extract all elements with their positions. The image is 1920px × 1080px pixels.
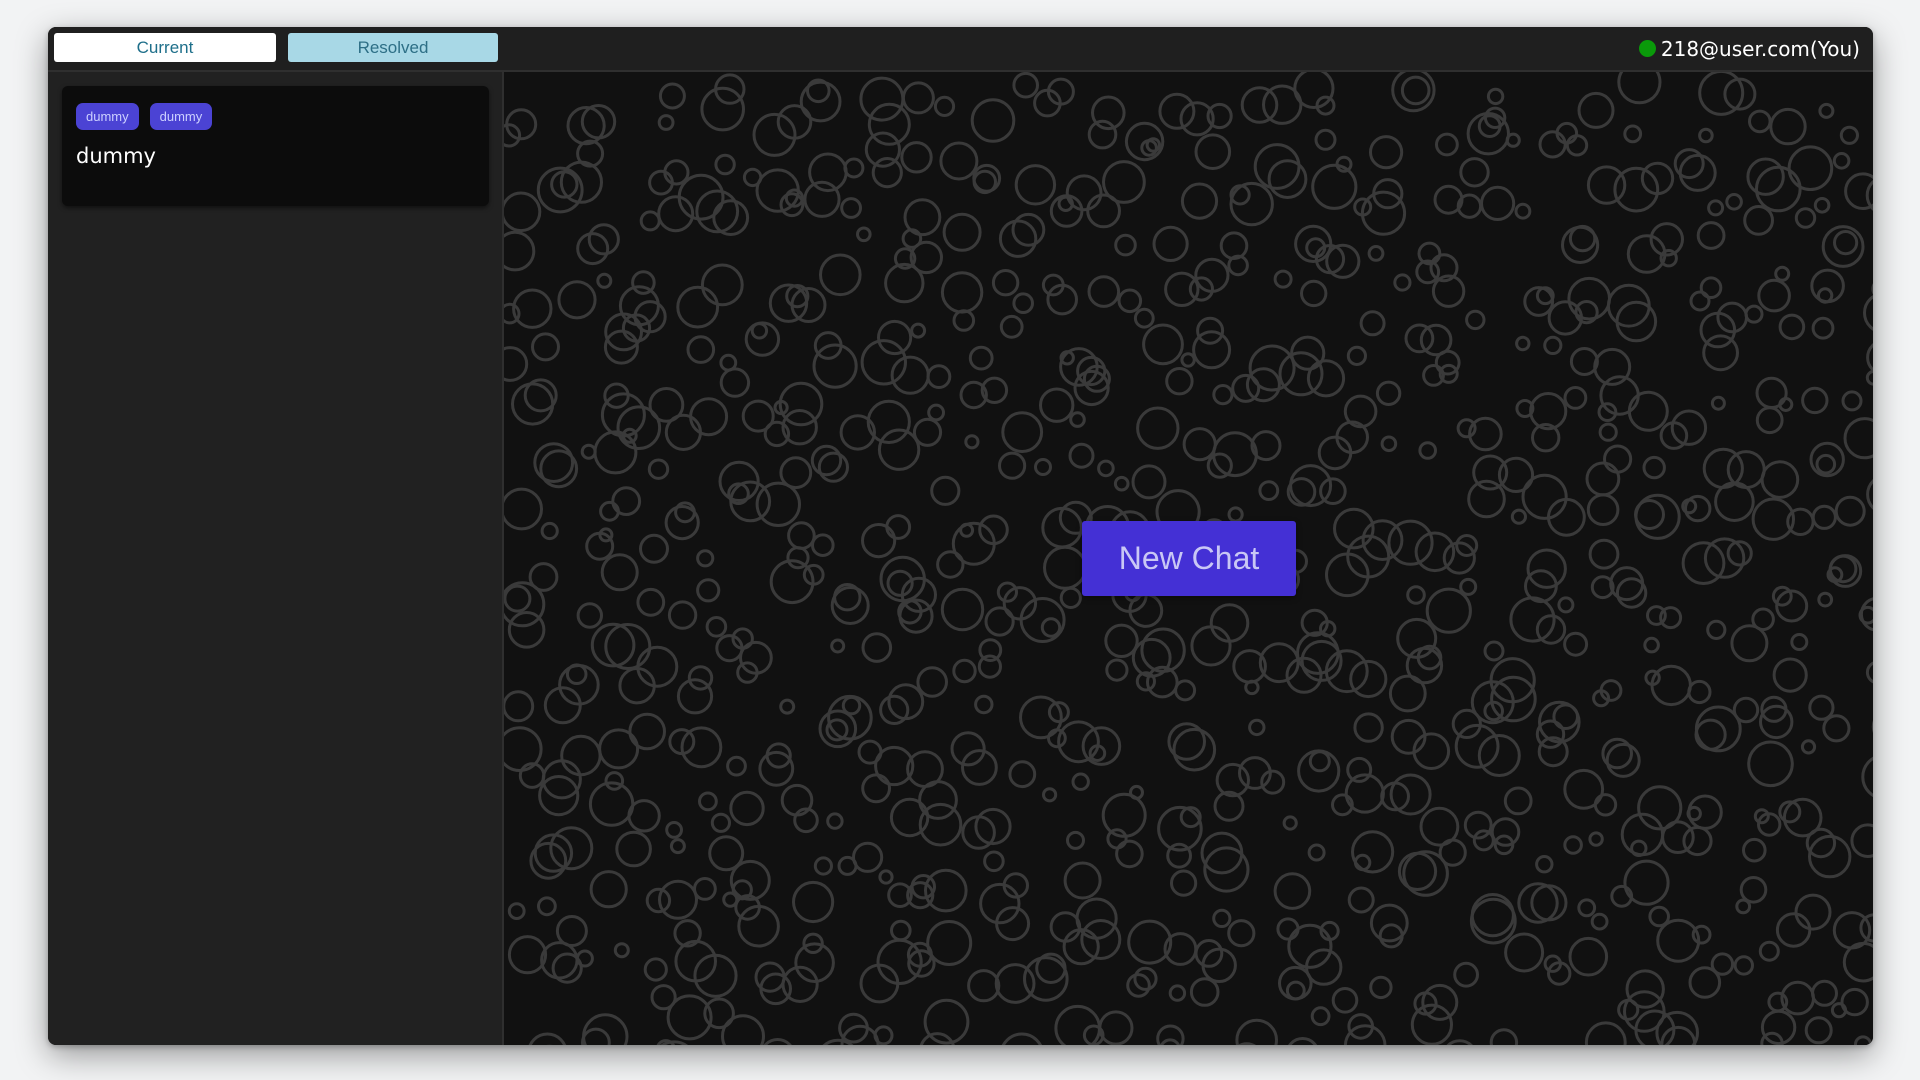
online-status-icon [1638, 40, 1656, 57]
app-window: Current Resolved 218@user.com(You) dummy… [48, 27, 1873, 1045]
chat-title: dummy [76, 144, 156, 168]
user-email: 218@user.com(You) [1660, 36, 1860, 61]
top-bar: Current Resolved 218@user.com(You) [48, 27, 1873, 72]
chat-tag: dummy [149, 103, 213, 130]
chat-tags: dummy dummy [76, 103, 213, 130]
tab-resolved[interactable]: Resolved [288, 33, 498, 62]
chat-tag: dummy [76, 103, 139, 130]
chat-list-item[interactable]: dummy dummy dummy [62, 86, 489, 206]
user-info: 218@user.com(You) [1638, 27, 1860, 70]
chat-list-sidebar: dummy dummy dummy [48, 72, 504, 1045]
new-chat-button[interactable]: New Chat [1082, 521, 1296, 596]
tab-current[interactable]: Current [54, 33, 276, 62]
chat-area: New Chat [504, 72, 1873, 1045]
